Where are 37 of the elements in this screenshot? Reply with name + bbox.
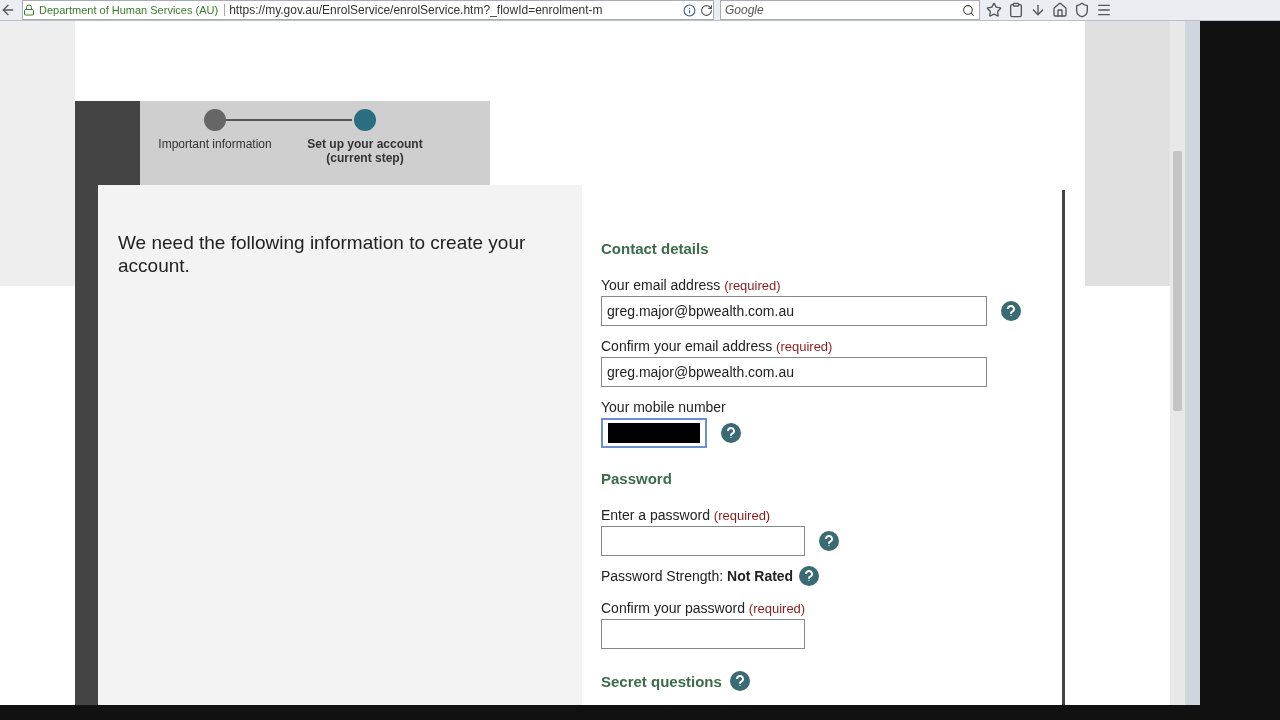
input-field[interactable]: greg.major@bpwealth.com.au (601, 296, 987, 326)
site-identity[interactable]: Department of Human Services (AU) (39, 4, 226, 16)
section-title: Contact details (601, 240, 709, 257)
menu-icon[interactable] (1096, 2, 1112, 18)
section-title: Password (601, 470, 672, 487)
password-strength: Password Strength: Not Rated (601, 568, 794, 584)
search-icon[interactable] (962, 3, 975, 17)
address-field[interactable]: https://my.gov.au/EnrolService/enrolService.htm?_flowId=enrolment-m (229, 3, 679, 17)
help-icon[interactable] (799, 566, 820, 586)
step-label: Set up your account (current step) (306, 137, 424, 165)
shield-icon[interactable] (1074, 2, 1090, 18)
scrollbar[interactable] (1170, 21, 1185, 705)
field-label: Confirm your email address (required) (601, 338, 834, 354)
help-icon[interactable] (721, 423, 741, 443)
input-field[interactable] (601, 418, 707, 448)
step-label: Important information (157, 137, 273, 151)
input-field[interactable]: greg.major@bpwealth.com.au (601, 357, 987, 387)
field-label: Enter a password (required) (601, 507, 772, 523)
search-field[interactable]: Google (720, 0, 980, 20)
star-icon[interactable] (986, 2, 1002, 18)
input-field[interactable] (601, 526, 805, 556)
section-title: Secret questions (601, 672, 722, 690)
field-label: Confirm your password (required) (601, 600, 807, 616)
info-icon[interactable] (683, 3, 696, 17)
lock-icon (23, 4, 35, 16)
help-icon[interactable] (1001, 301, 1021, 321)
reload-icon[interactable] (700, 3, 713, 17)
clipboard-icon[interactable] (1008, 2, 1024, 18)
help-icon[interactable] (729, 671, 750, 691)
back-icon[interactable] (0, 2, 16, 18)
input-field[interactable] (601, 619, 805, 649)
help-icon[interactable] (819, 531, 839, 551)
field-label: Your email address (required) (601, 277, 782, 293)
home-icon[interactable] (1052, 2, 1068, 18)
download-icon[interactable] (1030, 2, 1046, 18)
intro-text: We need the following information to create your account. (118, 231, 527, 277)
field-label: Your mobile number (601, 399, 727, 415)
